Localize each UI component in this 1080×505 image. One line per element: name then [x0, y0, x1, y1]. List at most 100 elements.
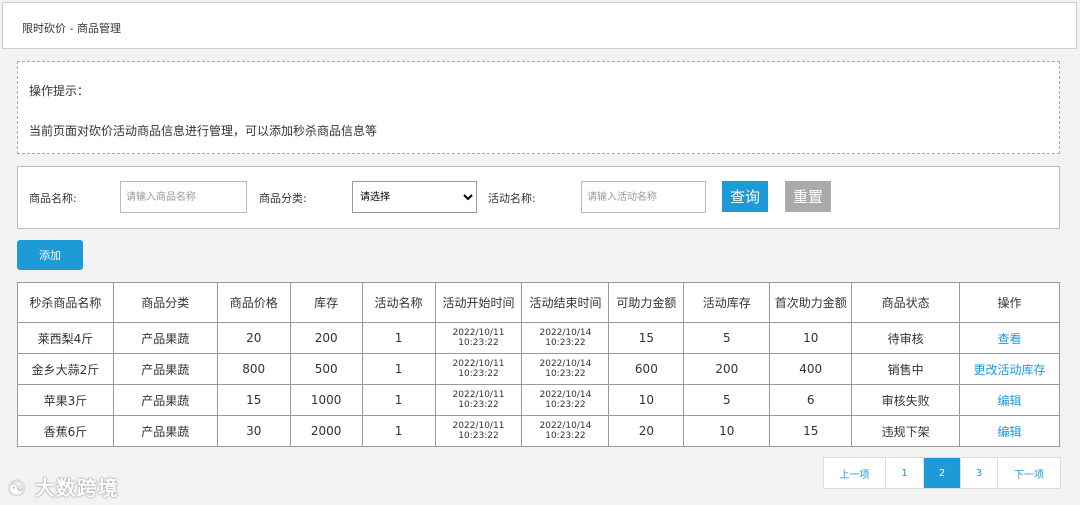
- cell-stock: 200: [289, 322, 363, 354]
- column-header: 首次助力金额: [769, 282, 853, 323]
- cell-start-time: 2022/10/11 10:23:22: [434, 353, 523, 385]
- cell-end-time: 2022/10/14 10:23:22: [521, 322, 610, 354]
- cell-activity-name: 1: [361, 384, 436, 416]
- next-page-button[interactable]: 下一项: [998, 458, 1060, 488]
- cell-activity-stock: 10: [683, 415, 771, 447]
- column-header: 活动名称: [361, 282, 436, 323]
- cell-start-time: 2022/10/11 10:23:22: [434, 322, 523, 354]
- cell-product-name: 苹果3斤: [17, 384, 114, 416]
- tips-title: 操作提示：: [29, 84, 90, 98]
- query-button[interactable]: 查询: [722, 181, 768, 212]
- cell-first-assist: 400: [769, 353, 853, 385]
- tips-panel: 操作提示： 当前页面对砍价活动商品信息进行管理，可以添加秒杀商品信息等: [17, 61, 1060, 154]
- edit-link[interactable]: 编辑: [959, 384, 1060, 416]
- cell-category: 产品果蔬: [112, 322, 218, 354]
- category-label: 商品分类:: [259, 192, 307, 205]
- cell-category: 产品果蔬: [112, 353, 218, 385]
- cell-status: 违规下架: [851, 415, 961, 447]
- cell-end-time: 2022/10/14 10:23:22: [521, 384, 610, 416]
- product-name-label: 商品名称:: [29, 192, 77, 205]
- column-header: 活动结束时间: [521, 282, 610, 323]
- end-clock: 10:23:22: [545, 431, 586, 441]
- cell-assist-amount: 15: [608, 322, 685, 354]
- cell-assist-amount: 10: [608, 384, 685, 416]
- cell-first-assist: 6: [769, 384, 853, 416]
- watermark-text: 大数跨境: [34, 476, 119, 500]
- table-row: 香蕉6斤 产品果蔬 30 2000 1 2022/10/11 10:23:22 2…: [17, 415, 1060, 447]
- cell-stock: 1000: [289, 384, 363, 416]
- cell-start-time: 2022/10/11 10:23:22: [434, 384, 523, 416]
- cell-product-name: 莱西梨4斤: [17, 322, 114, 354]
- activity-name-input[interactable]: [581, 181, 706, 213]
- page-button-2-current[interactable]: 2: [924, 458, 961, 488]
- prev-page-button[interactable]: 上一项: [824, 458, 886, 488]
- cell-activity-stock: 5: [683, 384, 771, 416]
- watermark-logo: ☯ 大数跨境: [8, 472, 119, 501]
- category-select[interactable]: 请选择: [352, 181, 477, 213]
- table-row: 莱西梨4斤 产品果蔬 20 200 1 2022/10/11 10:23:22 2…: [17, 322, 1060, 354]
- cell-stock: 2000: [289, 415, 363, 447]
- watermark-icon: ☯: [8, 476, 35, 500]
- table-row: 金乡大蒜2斤 产品果蔬 800 500 1 2022/10/11 10:23:22…: [17, 353, 1060, 385]
- column-header: 活动开始时间: [434, 282, 523, 323]
- end-date: 2022/10/14: [539, 421, 592, 431]
- start-clock: 10:23:22: [458, 369, 499, 379]
- end-date: 2022/10/14: [539, 359, 592, 369]
- cell-status: 审核失败: [851, 384, 961, 416]
- cell-activity-name: 1: [361, 353, 436, 385]
- end-clock: 10:23:22: [545, 338, 586, 348]
- column-header: 库存: [289, 282, 363, 323]
- edit-link[interactable]: 编辑: [959, 415, 1060, 447]
- pagination: 上一项 1 2 3 下一项: [823, 457, 1061, 489]
- cell-activity-name: 1: [361, 322, 436, 354]
- column-header: 活动库存: [683, 282, 771, 323]
- breadcrumb: 限时砍价 - 商品管理: [22, 22, 121, 35]
- start-date: 2022/10/11: [452, 359, 505, 369]
- end-date: 2022/10/14: [539, 328, 592, 338]
- cell-end-time: 2022/10/14 10:23:22: [521, 353, 610, 385]
- table-row: 苹果3斤 产品果蔬 15 1000 1 2022/10/11 10:23:22 2…: [17, 384, 1060, 416]
- start-date: 2022/10/11: [452, 390, 505, 400]
- start-clock: 10:23:22: [458, 400, 499, 410]
- cell-assist-amount: 20: [608, 415, 685, 447]
- page-button-1[interactable]: 1: [886, 458, 924, 488]
- cell-price: 20: [216, 322, 291, 354]
- cell-category: 产品果蔬: [112, 384, 218, 416]
- column-header: 可助力金额: [608, 282, 685, 323]
- view-link[interactable]: 查看: [959, 322, 1060, 354]
- cell-first-assist: 15: [769, 415, 853, 447]
- product-table: 秒杀商品名称 商品分类 商品价格 库存 活动名称 活动开始时间 活动结束时间 可…: [17, 282, 1060, 447]
- table-header-row: 秒杀商品名称 商品分类 商品价格 库存 活动名称 活动开始时间 活动结束时间 可…: [17, 282, 1060, 323]
- start-clock: 10:23:22: [458, 431, 499, 441]
- start-date: 2022/10/11: [452, 421, 505, 431]
- change-stock-link[interactable]: 更改活动库存: [959, 353, 1060, 385]
- cell-end-time: 2022/10/14 10:23:22: [521, 415, 610, 447]
- breadcrumb-bar: 限时砍价 - 商品管理: [2, 2, 1077, 49]
- cell-activity-stock: 200: [683, 353, 771, 385]
- cell-activity-stock: 5: [683, 322, 771, 354]
- cell-price: 30: [216, 415, 291, 447]
- search-panel: 商品名称: 商品分类: 请选择 活动名称: 查询 重置: [17, 166, 1060, 229]
- start-date: 2022/10/11: [452, 328, 505, 338]
- page-button-3[interactable]: 3: [961, 458, 998, 488]
- add-button[interactable]: 添加: [17, 240, 83, 270]
- start-clock: 10:23:22: [458, 338, 499, 348]
- reset-button[interactable]: 重置: [785, 181, 831, 212]
- column-header: 商品分类: [112, 282, 218, 323]
- column-header: 商品价格: [216, 282, 291, 323]
- cell-price: 15: [216, 384, 291, 416]
- product-name-input[interactable]: [120, 181, 247, 213]
- cell-product-name: 金乡大蒜2斤: [17, 353, 114, 385]
- cell-stock: 500: [289, 353, 363, 385]
- end-clock: 10:23:22: [545, 369, 586, 379]
- cell-price: 800: [216, 353, 291, 385]
- activity-name-label: 活动名称:: [488, 192, 536, 205]
- cell-first-assist: 10: [769, 322, 853, 354]
- tips-description: 当前页面对砍价活动商品信息进行管理，可以添加秒杀商品信息等: [29, 124, 378, 138]
- end-date: 2022/10/14: [539, 390, 592, 400]
- cell-status: 待审核: [851, 322, 961, 354]
- cell-product-name: 香蕉6斤: [17, 415, 114, 447]
- column-header: 秒杀商品名称: [17, 282, 114, 323]
- column-header: 商品状态: [851, 282, 961, 323]
- cell-start-time: 2022/10/11 10:23:22: [434, 415, 523, 447]
